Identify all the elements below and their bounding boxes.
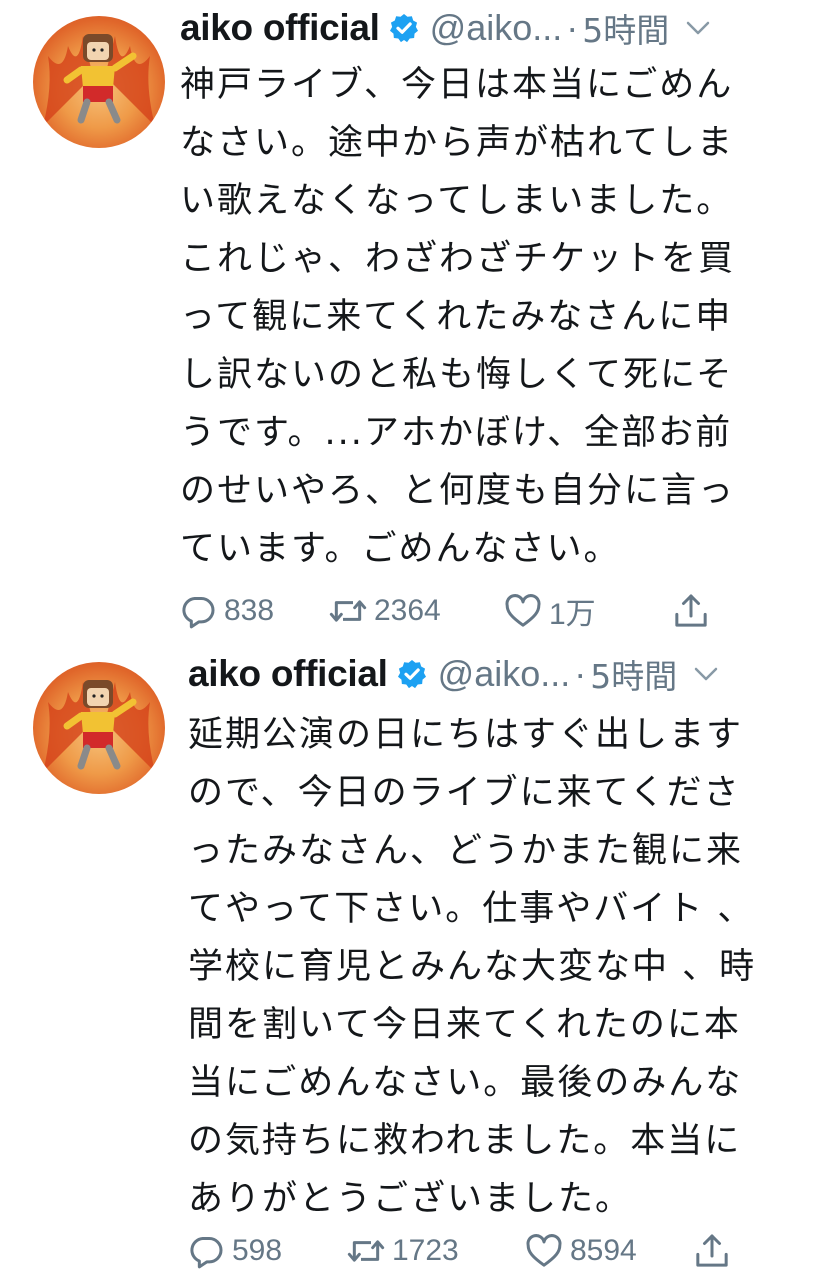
like-count: 1万 bbox=[549, 598, 596, 631]
verified-badge-icon bbox=[397, 660, 426, 689]
chevron-down-icon[interactable] bbox=[691, 659, 721, 689]
retweet-icon bbox=[329, 600, 367, 622]
tweet-header: aiko official @aiko... · 5時間 bbox=[180, 2, 803, 54]
like-button[interactable]: 1万 bbox=[503, 589, 671, 633]
heart-icon bbox=[505, 594, 541, 627]
retweet-button[interactable]: 1723 bbox=[346, 1231, 524, 1271]
separator-dot: · bbox=[566, 7, 579, 48]
retweet-count: 1723 bbox=[392, 1234, 459, 1267]
tweet-actions: 838 2364 1万 bbox=[178, 586, 731, 636]
tweet-actions: 598 1723 8594 bbox=[186, 1226, 752, 1276]
reply-button[interactable]: 838 bbox=[178, 591, 328, 631]
reply-icon bbox=[182, 597, 215, 629]
reply-count: 838 bbox=[224, 594, 275, 627]
avatar-illustration bbox=[43, 680, 155, 772]
avatar[interactable] bbox=[33, 662, 165, 794]
retweet-count: 2364 bbox=[374, 594, 441, 627]
share-button[interactable] bbox=[671, 591, 731, 631]
tweet-header: aiko official @aiko... · 5時間 bbox=[188, 648, 803, 700]
like-button[interactable]: 8594 bbox=[524, 1231, 692, 1271]
avatar-illustration bbox=[43, 34, 155, 126]
tweet[interactable]: aiko official @aiko... · 5時間 神戸ライブ、今日は本当… bbox=[0, 0, 813, 650]
user-handle[interactable]: @aiko... bbox=[438, 653, 571, 695]
reply-icon bbox=[190, 1237, 223, 1269]
user-handle[interactable]: @aiko... bbox=[430, 7, 563, 49]
verified-badge-icon bbox=[389, 14, 418, 43]
tweet-text: 神戸ライブ、今日は本当にごめん なさい。途中から声が枯れてしま い歌えなくなって… bbox=[180, 65, 736, 569]
heart-icon bbox=[526, 1234, 562, 1267]
like-count: 8594 bbox=[570, 1234, 637, 1267]
separator-dot: · bbox=[574, 653, 587, 694]
share-button[interactable] bbox=[692, 1231, 752, 1271]
retweet-button[interactable]: 2364 bbox=[328, 591, 503, 631]
share-icon bbox=[675, 594, 707, 627]
reply-count: 598 bbox=[232, 1234, 283, 1267]
share-icon bbox=[696, 1234, 728, 1267]
avatar[interactable] bbox=[33, 16, 165, 148]
display-name[interactable]: aiko official bbox=[188, 653, 388, 695]
timestamp[interactable]: 5時間 bbox=[582, 4, 669, 52]
retweet-icon bbox=[347, 1240, 385, 1262]
timestamp[interactable]: 5時間 bbox=[590, 650, 677, 698]
tweet[interactable]: aiko official @aiko... · 5時間 延期公演の日にちはすぐ… bbox=[0, 650, 813, 1280]
display-name[interactable]: aiko official bbox=[180, 7, 380, 49]
reply-button[interactable]: 598 bbox=[186, 1231, 346, 1271]
tweet-text: 延期公演の日にちはすぐ出します ので、今日のライブに来てくださ ったみなさん、ど… bbox=[188, 715, 757, 1219]
chevron-down-icon[interactable] bbox=[683, 13, 713, 43]
